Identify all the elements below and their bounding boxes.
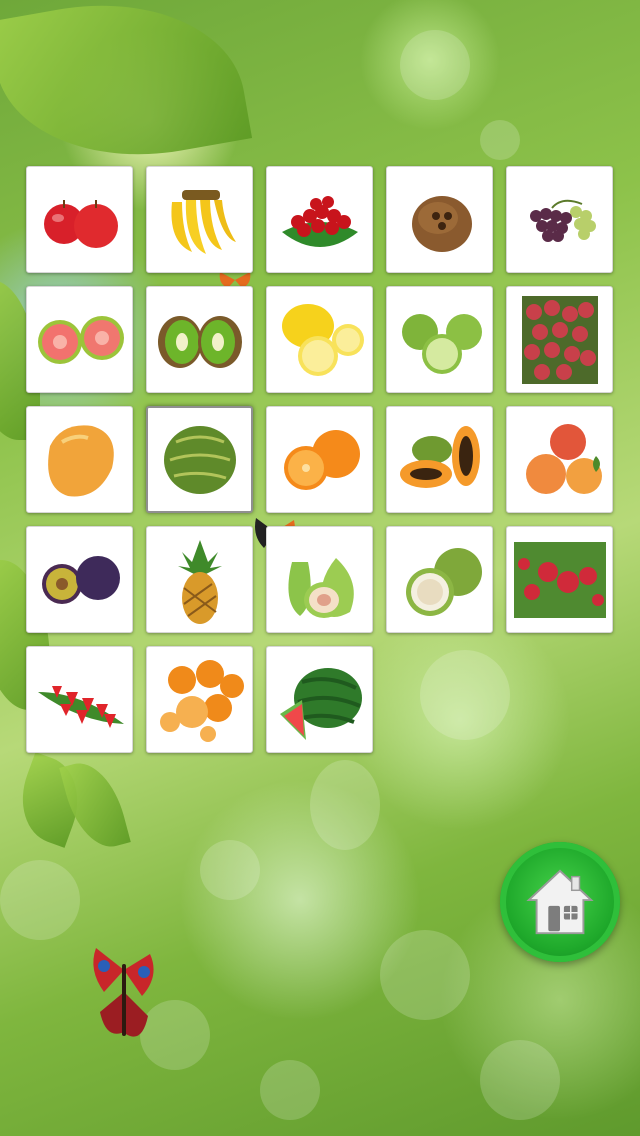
leaf-decoration [59,755,131,855]
plum-icon [41,555,120,604]
bokeh-light [480,1040,560,1120]
home-icon [526,869,594,935]
tile-papaya[interactable] [386,406,493,513]
banana-icon [170,189,236,254]
tile-orange[interactable] [266,406,373,513]
bokeh-light [480,120,520,160]
tile-cherry[interactable] [266,166,373,273]
watermelon-icon [279,667,362,740]
apple-icon [43,199,118,248]
bokeh-light [260,1060,320,1120]
lime-icon [401,313,482,374]
tile-pomelo[interactable] [386,526,493,633]
tile-pineapple[interactable] [146,526,253,633]
grapes-icon [529,199,596,242]
raspberry-icon [513,541,606,618]
melon-icon [163,425,236,494]
tile-lemon[interactable] [266,286,373,393]
tile-lychee[interactable] [506,286,613,393]
tangerine-icon [159,659,244,742]
tile-raspberry[interactable] [506,526,613,633]
tile-plum[interactable] [26,526,133,633]
tile-peach[interactable] [506,406,613,513]
tile-tangerine[interactable] [146,646,253,753]
tile-coconut[interactable] [386,166,493,273]
fruit-grid [26,166,613,753]
lychee-icon [521,295,598,384]
tile-lime[interactable] [386,286,493,393]
orange-icon [283,429,360,490]
bokeh-light [400,30,470,100]
tile-kiwi[interactable] [146,286,253,393]
tile-apple[interactable] [26,166,133,273]
home-button[interactable] [500,842,620,962]
mango-icon [47,424,114,496]
tile-fig[interactable] [266,526,373,633]
pomelo-icon [405,547,482,616]
tile-grapes[interactable] [506,166,613,273]
bokeh-light [0,860,80,940]
kiwi-icon [157,315,242,368]
fig-icon [287,557,354,618]
guava-icon [37,315,124,364]
leaf-decoration [0,0,253,180]
cherry-icon [281,195,358,247]
strawberry-icon [37,685,124,728]
pineapple-icon [177,539,222,624]
bokeh-light [310,760,380,850]
bokeh-light [380,930,470,1020]
tile-banana[interactable] [146,166,253,273]
tile-mango[interactable] [26,406,133,513]
papaya-icon [399,425,480,488]
tile-watermelon[interactable] [266,646,373,753]
tile-guava[interactable] [26,286,133,393]
tile-melon[interactable] [146,406,253,513]
coconut-icon [411,195,472,252]
butterfly-icon [93,948,154,1037]
bokeh-light [200,840,260,900]
lemon-icon [281,303,364,376]
peach-icon [525,423,602,494]
tile-strawberry[interactable] [26,646,133,753]
